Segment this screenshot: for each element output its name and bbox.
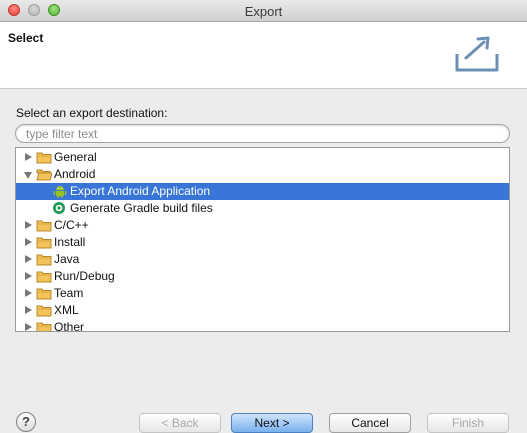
tree-item-install[interactable]: Install	[16, 234, 509, 251]
expand-arrow-icon[interactable]	[25, 153, 32, 161]
tree-item-label: Android	[54, 167, 96, 181]
tree-item-xml[interactable]: XML	[16, 302, 509, 319]
tree-item-run-debug[interactable]: Run/Debug	[16, 268, 509, 285]
destination-tree[interactable]: General Android Export Android Applicati…	[15, 147, 510, 332]
expand-arrow-icon[interactable]	[25, 272, 32, 280]
folder-icon	[36, 152, 52, 164]
collapse-arrow-icon[interactable]	[24, 172, 32, 179]
tree-item-general[interactable]: General	[16, 149, 509, 166]
folder-open-icon	[36, 169, 52, 181]
expand-arrow-icon[interactable]	[25, 221, 32, 229]
help-button[interactable]: ?	[16, 412, 36, 432]
gradle-icon	[53, 202, 65, 214]
tree-item-label: Generate Gradle build files	[70, 201, 213, 215]
tree-item-label: Run/Debug	[54, 269, 115, 283]
folder-icon	[36, 237, 52, 249]
expand-arrow-icon[interactable]	[25, 323, 32, 331]
android-icon	[53, 186, 67, 198]
folder-icon	[36, 322, 52, 331]
tree-item-team[interactable]: Team	[16, 285, 509, 302]
expand-arrow-icon[interactable]	[25, 255, 32, 263]
back-button[interactable]: < Back	[139, 413, 221, 433]
folder-icon	[36, 305, 52, 317]
export-icon	[452, 32, 512, 78]
expand-arrow-icon[interactable]	[25, 306, 32, 314]
export-destination-label: Select an export destination:	[16, 106, 168, 120]
tree-item-android[interactable]: Android	[16, 166, 509, 183]
cancel-button[interactable]: Cancel	[329, 413, 411, 433]
folder-icon	[36, 271, 52, 283]
tree-item-other[interactable]: Other	[16, 319, 509, 332]
wizard-banner: Select	[0, 22, 527, 89]
folder-icon	[36, 254, 52, 266]
tree-item-label: Install	[54, 235, 86, 249]
tree-item-java[interactable]: Java	[16, 251, 509, 268]
finish-button[interactable]: Finish	[427, 413, 509, 433]
folder-icon	[36, 288, 52, 300]
window-title: Export	[244, 4, 283, 19]
filter-input[interactable]	[15, 124, 510, 143]
page-title: Select	[8, 31, 44, 45]
tree-item-label: General	[54, 150, 97, 164]
expand-arrow-icon[interactable]	[25, 238, 32, 246]
expand-arrow-icon[interactable]	[25, 289, 32, 297]
tree-item-label: Team	[54, 286, 84, 300]
tree-item-label: Export Android Application	[70, 184, 211, 198]
next-button[interactable]: Next >	[231, 413, 313, 433]
tree-item-label: XML	[54, 303, 79, 317]
folder-icon	[36, 220, 52, 232]
tree-item-label: Other	[54, 320, 85, 332]
tree-item-label: C/C++	[54, 218, 89, 232]
title-bar: Export	[0, 0, 527, 22]
tree-item-generate-gradle-build-files[interactable]: Generate Gradle build files	[16, 200, 509, 217]
tree-item-c-cpp[interactable]: C/C++	[16, 217, 509, 234]
tree-item-export-android-application[interactable]: Export Android Application	[16, 183, 509, 200]
tree-item-label: Java	[54, 252, 80, 266]
